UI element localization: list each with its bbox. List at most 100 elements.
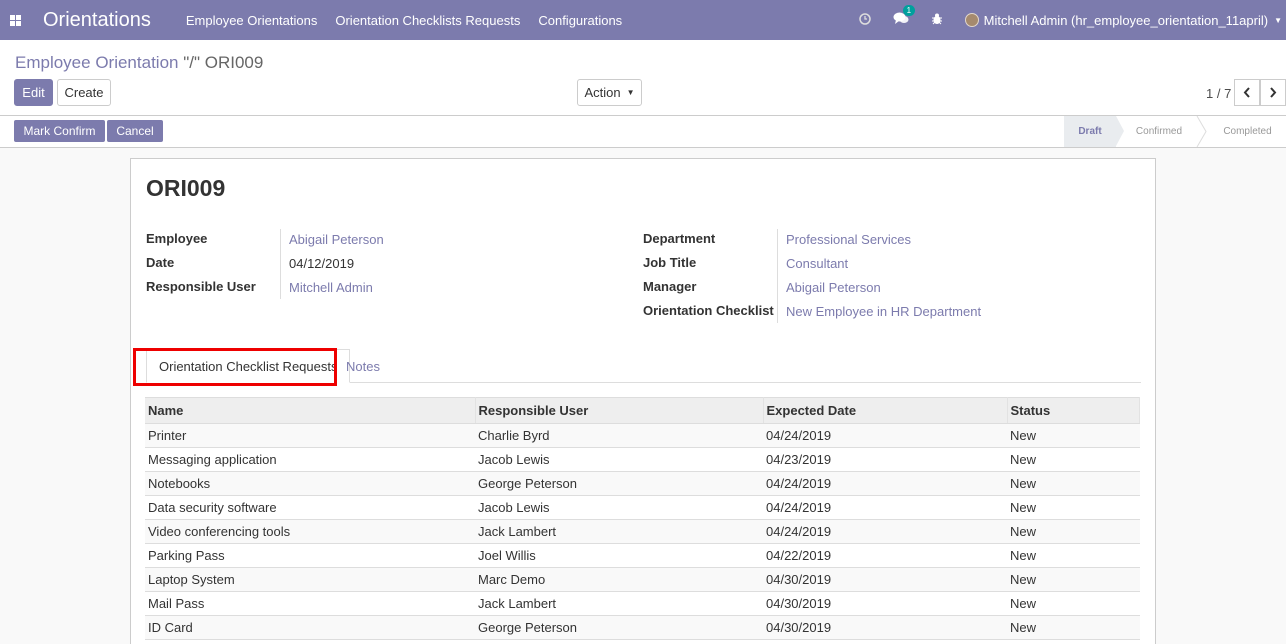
stage-bar: Draft Confirmed Completed <box>1064 116 1286 147</box>
table-row[interactable]: Data security software Jacob Lewis 04/24/2… <box>145 495 1140 520</box>
breadcrumb-separator: "/" <box>178 53 205 72</box>
tab-notes[interactable]: Notes <box>346 349 380 383</box>
record-title: ORI009 <box>146 175 226 201</box>
table-row[interactable]: Laptop System Marc Demo 04/30/2019 New <box>145 567 1140 592</box>
field-divider <box>777 229 778 323</box>
user-avatar[interactable] <box>964 13 979 27</box>
cell-expected-date: 04/23/2019 <box>763 447 1007 472</box>
cell-responsible-user: Jack Lambert <box>475 591 763 616</box>
manager-value[interactable]: Abigail Peterson <box>786 280 881 295</box>
stage-draft[interactable]: Draft <box>1064 116 1116 147</box>
date-value: 04/12/2019 <box>289 256 355 271</box>
cell-expected-date: 04/30/2019 <box>763 567 1007 592</box>
table-row[interactable]: Video conferencing tools Jack Lambert 04/2… <box>145 519 1140 544</box>
field-divider <box>280 229 281 299</box>
pager-next-button[interactable] <box>1260 79 1286 106</box>
cell-responsible-user: Marc Demo <box>475 567 763 592</box>
cell-expected-date: 04/24/2019 <box>763 519 1007 544</box>
cell-expected-date: 04/30/2019 <box>763 591 1007 616</box>
cell-status: New <box>1007 567 1140 592</box>
app-brand[interactable]: Orientations <box>43 9 151 32</box>
cell-responsible-user: Joel Willis <box>475 543 763 568</box>
cell-status: New <box>1007 423 1140 448</box>
chat-icon[interactable]: 1 <box>893 5 916 28</box>
date-label: Date <box>146 255 175 270</box>
breadcrumb: Employee Orientation "/" ORI009 <box>15 53 263 73</box>
cell-status: New <box>1007 591 1140 616</box>
cell-name: Data security software <box>145 495 475 520</box>
table-row[interactable]: Notebooks George Peterson 04/24/2019 New <box>145 471 1140 496</box>
cell-responsible-user: Jacob Lewis <box>475 495 763 520</box>
stage-divider <box>1194 116 1209 147</box>
cell-name: Messaging application <box>145 447 475 472</box>
chat-badge: 1 <box>902 5 916 16</box>
employee-value[interactable]: Abigail Peterson <box>289 232 384 247</box>
mark-confirm-button[interactable]: Mark Confirm <box>14 120 105 142</box>
menu-orientation-checklists-requests[interactable]: Orientation Checklists Requests <box>335 13 520 28</box>
pager-previous-button[interactable] <box>1234 79 1260 106</box>
action-dropdown[interactable]: Action ▼ <box>577 79 642 106</box>
column-header-status[interactable]: Status <box>1007 397 1140 424</box>
bug-icon[interactable] <box>931 12 943 28</box>
control-panel: Employee Orientation "/" ORI009 Edit Cre… <box>0 40 1286 116</box>
cell-expected-date: 04/22/2019 <box>763 543 1007 568</box>
cell-responsible-user: Jack Lambert <box>475 519 763 544</box>
clock-icon[interactable] <box>858 12 871 28</box>
cell-status: New <box>1007 519 1140 544</box>
cancel-button[interactable]: Cancel <box>107 120 163 142</box>
table-row[interactable]: Mail Pass Jack Lambert 04/30/2019 New <box>145 591 1140 616</box>
column-header-name[interactable]: Name <box>145 397 476 424</box>
top-navbar: Orientations Employee Orientations Orien… <box>0 0 1286 40</box>
cell-status: New <box>1007 447 1140 472</box>
action-label: Action <box>584 85 621 100</box>
cell-expected-date: 04/30/2019 <box>763 615 1007 640</box>
job-title-value[interactable]: Consultant <box>786 256 848 271</box>
cell-name: Printer <box>145 423 475 448</box>
cell-name: Laptop System <box>145 567 475 592</box>
breadcrumb-current: ORI009 <box>204 53 264 72</box>
column-header-responsible-user[interactable]: Responsible User <box>475 397 764 424</box>
column-header-expected-date[interactable]: Expected Date <box>763 397 1008 424</box>
cell-expected-date: 04/24/2019 <box>763 423 1007 448</box>
orientation-checklist-label: Orientation Checklist <box>643 303 774 318</box>
menu-configurations[interactable]: Configurations <box>538 13 622 28</box>
cell-expected-date: 04/24/2019 <box>763 471 1007 496</box>
table-header-row: Name Responsible User Expected Date Stat… <box>145 397 1140 424</box>
breadcrumb-parent[interactable]: Employee Orientation <box>15 53 178 72</box>
cell-status: New <box>1007 471 1140 496</box>
status-bar: Mark Confirm Cancel Draft Confirmed Comp… <box>0 116 1286 148</box>
stage-arrow <box>1116 116 1124 146</box>
chevron-right-icon <box>1270 87 1277 98</box>
job-title-label: Job Title <box>643 255 697 270</box>
cell-name: Video conferencing tools <box>145 519 475 544</box>
responsible-user-label: Responsible User <box>146 279 256 294</box>
table-row[interactable]: ID Card George Peterson 04/30/2019 New <box>145 615 1140 640</box>
cell-status: New <box>1007 543 1140 568</box>
create-button[interactable]: Create <box>57 79 111 106</box>
cell-responsible-user: George Peterson <box>475 471 763 496</box>
cell-name: Notebooks <box>145 471 475 496</box>
menu-employee-orientations[interactable]: Employee Orientations <box>186 13 318 28</box>
pager-value[interactable]: 1 / 7 <box>1206 86 1231 101</box>
chevron-left-icon <box>1243 87 1250 98</box>
stage-confirmed[interactable]: Confirmed <box>1124 116 1194 147</box>
responsible-user-value[interactable]: Mitchell Admin <box>289 280 373 295</box>
table-row[interactable]: Parking Pass Joel Willis 04/22/2019 New <box>145 543 1140 568</box>
cell-status: New <box>1007 615 1140 640</box>
table-row[interactable]: Printer Charlie Byrd 04/24/2019 New <box>145 423 1140 448</box>
department-label: Department <box>643 231 716 246</box>
apps-menu-icon[interactable] <box>0 0 30 40</box>
table-row[interactable]: Messaging application Jacob Lewis 04/23/20… <box>145 447 1140 472</box>
cell-name: Mail Pass <box>145 591 475 616</box>
cell-responsible-user: Charlie Byrd <box>475 423 763 448</box>
chevron-down-icon: ▼ <box>626 88 635 97</box>
edit-button[interactable]: Edit <box>14 79 53 106</box>
chevron-down-icon[interactable]: ▼ <box>1274 16 1282 25</box>
orientation-checklist-value[interactable]: New Employee in HR Department <box>786 304 981 319</box>
user-menu[interactable]: Mitchell Admin (hr_employee_orientation_… <box>984 13 1268 28</box>
cell-name: Parking Pass <box>145 543 475 568</box>
cell-responsible-user: George Peterson <box>475 615 763 640</box>
stage-completed[interactable]: Completed <box>1209 116 1286 147</box>
department-value[interactable]: Professional Services <box>786 232 911 247</box>
cell-expected-date: 04/24/2019 <box>763 495 1007 520</box>
